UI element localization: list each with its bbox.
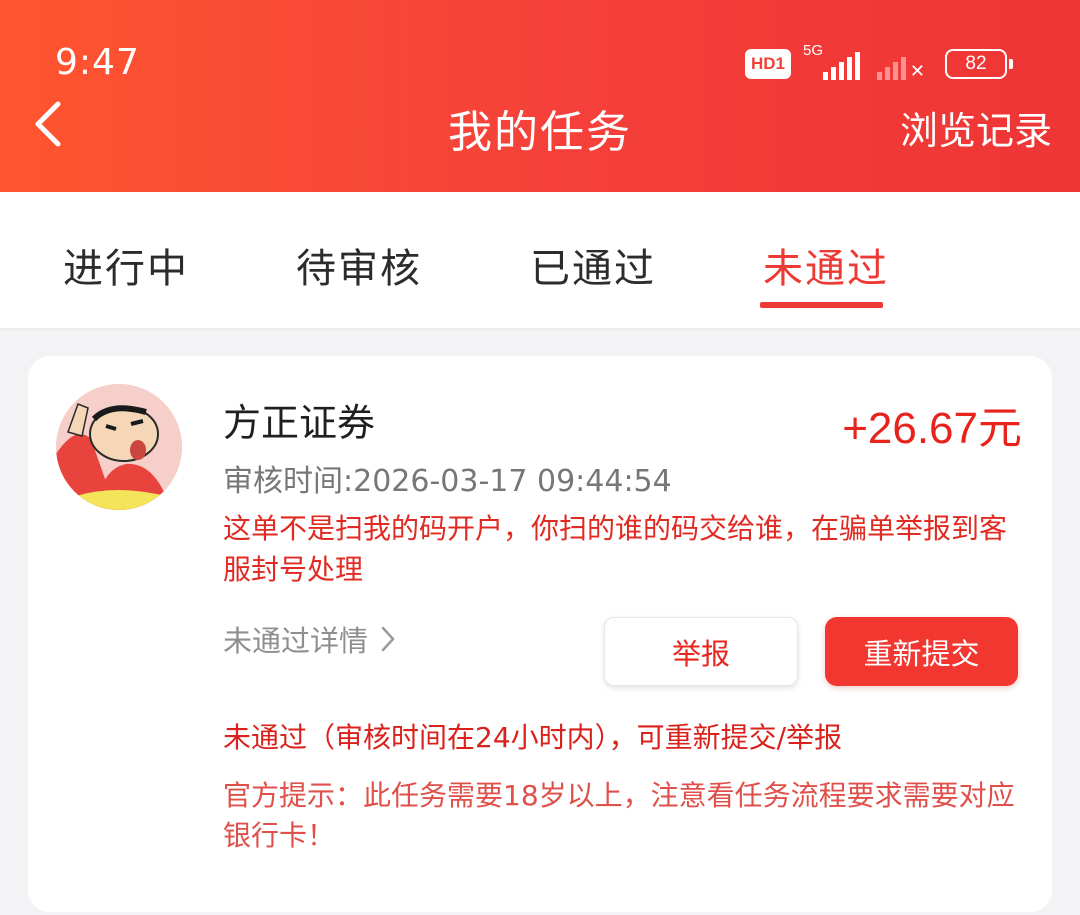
active-tab-indicator [760, 302, 883, 308]
task-card: 方正证券 +26.67元 审核时间:2026-03-17 09:44:54 这单… [28, 356, 1052, 912]
status-time: 9:47 [55, 42, 140, 83]
tab-rejected[interactable]: 未通过 [763, 236, 889, 294]
review-time: 审核时间:2026-03-17 09:44:54 [223, 464, 672, 499]
status-icons: HD1 5G ✕ 82 [745, 42, 1013, 84]
browse-history-link[interactable]: 浏览记录 [900, 100, 1052, 155]
report-button[interactable]: 举报 [604, 617, 798, 686]
chevron-right-icon [381, 626, 395, 652]
no-signal-icon: ✕ [877, 46, 927, 82]
network-type-label: 5G [803, 42, 824, 59]
rejection-status-note: 未通过（审核时间在24小时内），可重新提交/举报 [223, 721, 843, 754]
official-tip: 官方提示：此任务需要18岁以上，注意看任务流程要求需要对应银行卡！ [223, 779, 1015, 852]
hd-badge: HD1 [745, 49, 791, 79]
signal-icon: 5G [803, 42, 865, 82]
tab-pending-review[interactable]: 待审核 [296, 236, 422, 294]
rejection-details-label: 未通过详情 [223, 624, 369, 658]
tab-approved[interactable]: 已通过 [530, 236, 656, 294]
tab-in-progress[interactable]: 进行中 [63, 236, 189, 294]
avatar [56, 384, 182, 510]
app-header: 9:47 HD1 5G ✕ 82 我的任务 浏览记录 [0, 0, 1080, 192]
task-tabs: 进行中 待审核 已通过 未通过 [0, 192, 1080, 330]
rejection-details-link[interactable]: 未通过详情 [223, 618, 396, 660]
task-title: 方正证券 [223, 401, 376, 445]
reward-amount: +26.67元 [842, 404, 1022, 453]
resubmit-button[interactable]: 重新提交 [825, 617, 1018, 686]
battery-level: 82 [965, 53, 987, 74]
battery-icon: 82 [945, 49, 1013, 79]
rejection-reason: 这单不是扫我的码开户，你扫的谁的码交给谁，在骗单举报到客服封号处理 [223, 512, 1008, 586]
